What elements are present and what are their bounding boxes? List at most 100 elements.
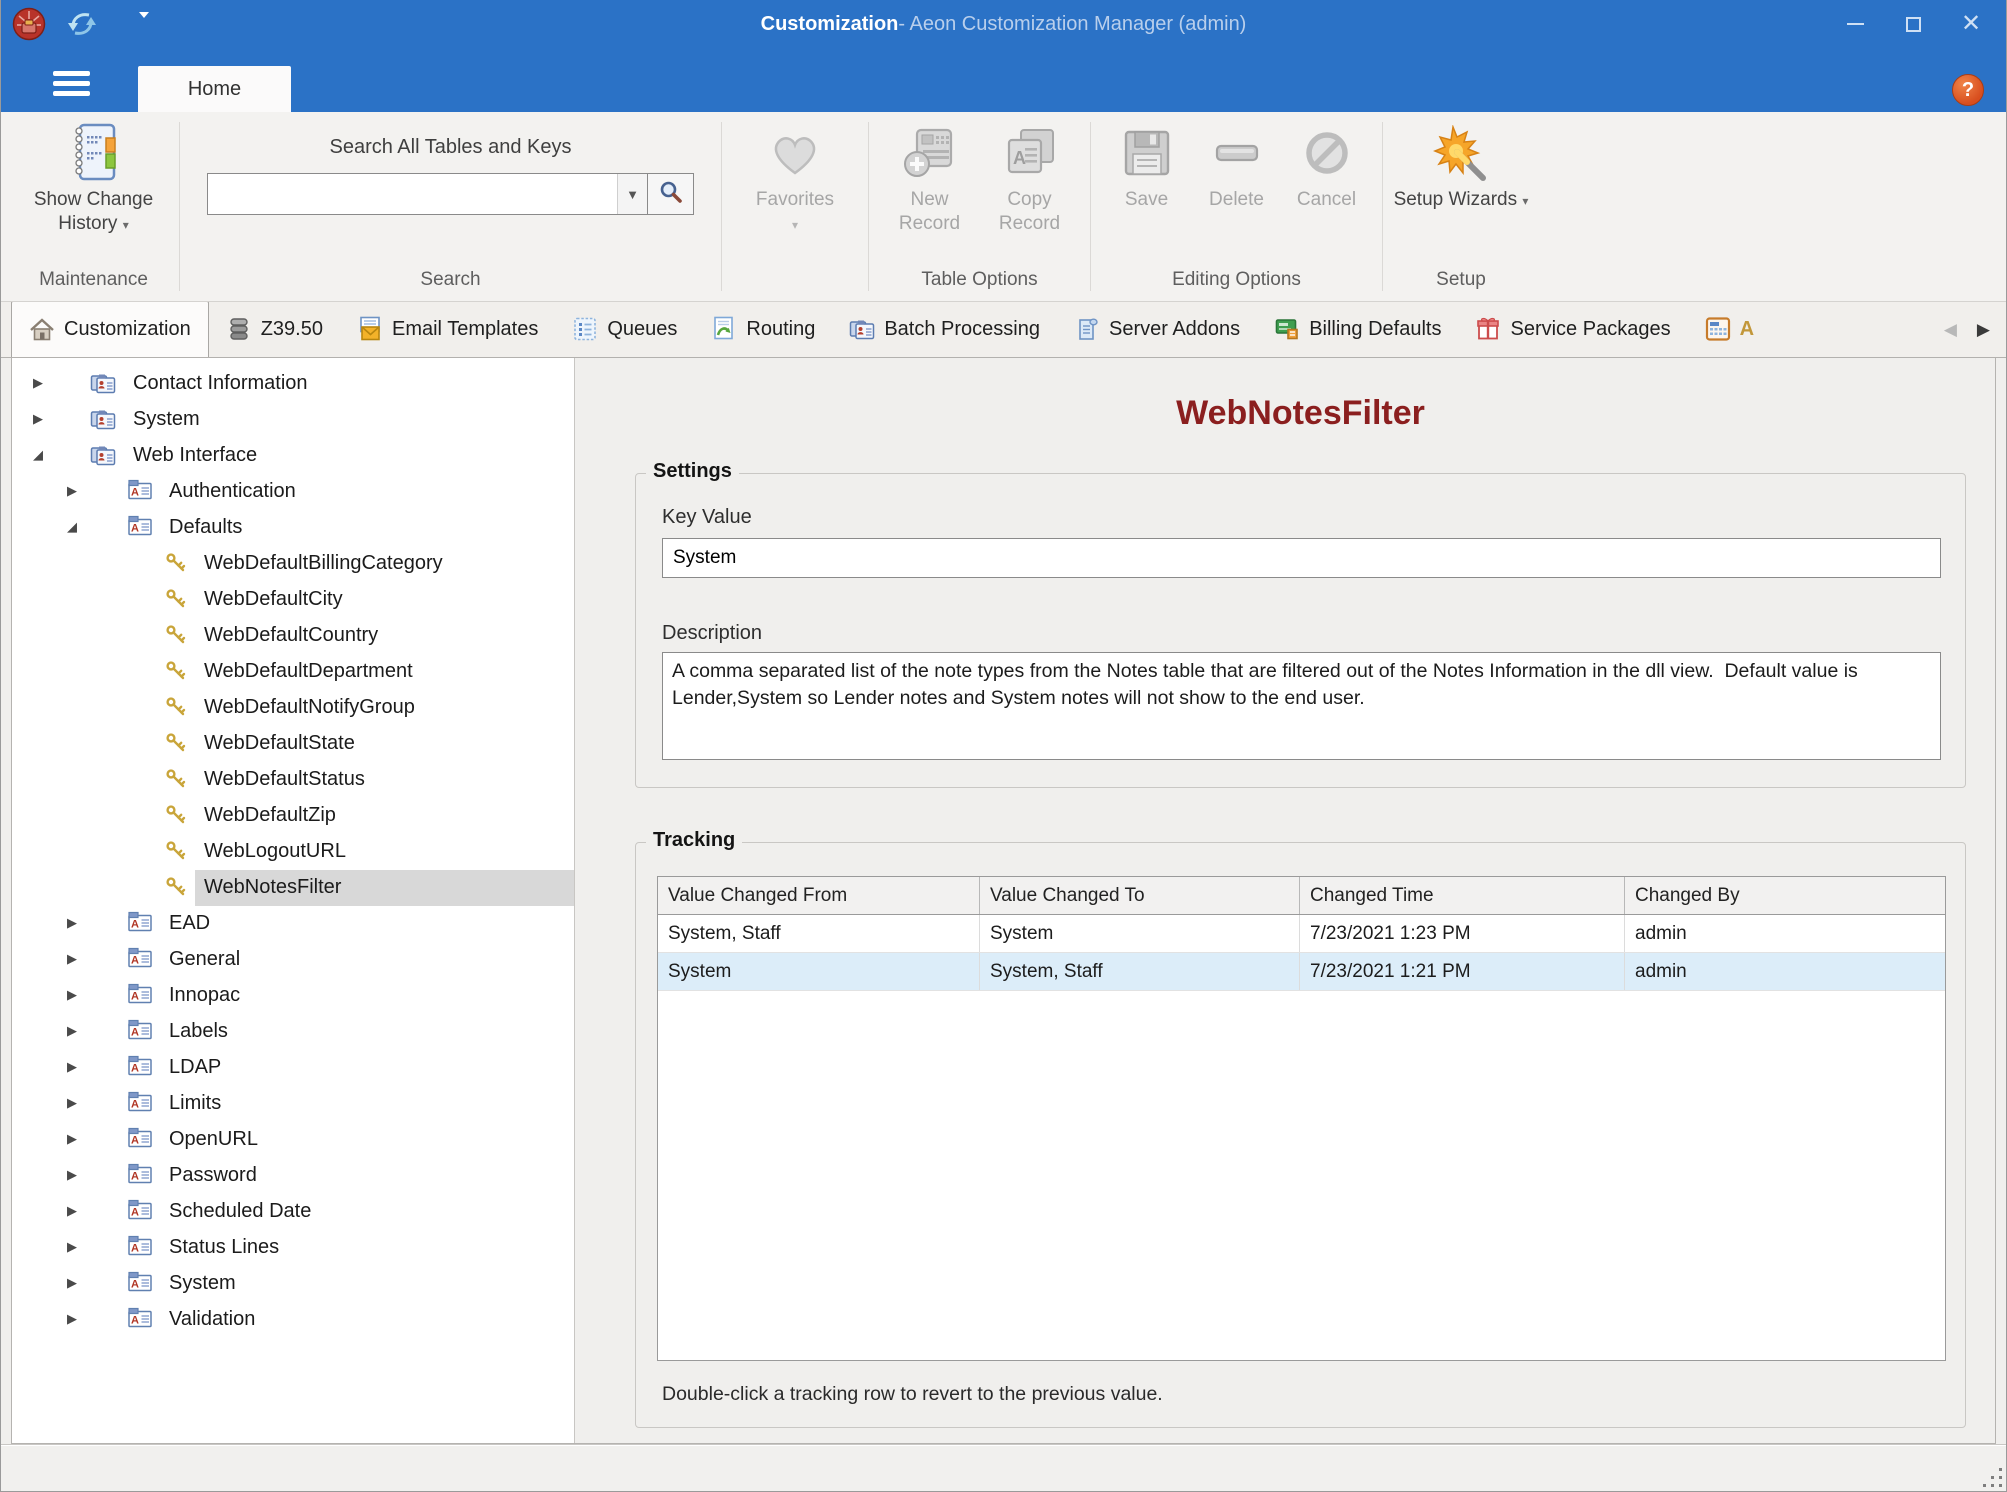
search-dropdown-button[interactable]: ▼ bbox=[617, 174, 647, 214]
tree-item-system[interactable]: ▶ASystem bbox=[12, 1266, 574, 1302]
search-heading: Search All Tables and Keys bbox=[183, 136, 718, 159]
wizard-wand-icon bbox=[1433, 118, 1489, 188]
expand-arrow-icon[interactable]: ▶ bbox=[67, 1203, 77, 1219]
tree-item-defaults[interactable]: ◢ADefaults bbox=[12, 510, 574, 546]
key-icon bbox=[165, 839, 187, 868]
expand-arrow-icon[interactable]: ▶ bbox=[67, 1239, 77, 1255]
help-button[interactable]: ? bbox=[1952, 74, 1984, 106]
close-button[interactable]: ✕ bbox=[1942, 0, 2000, 48]
category-table-icon: A bbox=[128, 515, 152, 542]
tree-item-webdefaultbillingcategory[interactable]: WebDefaultBillingCategory bbox=[12, 546, 574, 582]
tracking-row[interactable]: System, StaffSystem7/23/2021 1:23 PMadmi… bbox=[658, 915, 1945, 953]
save-button[interactable]: Save bbox=[1102, 118, 1192, 212]
category-folder-icon bbox=[90, 371, 116, 400]
tab-email-templates[interactable]: Email Templates bbox=[340, 302, 555, 357]
svg-text:A: A bbox=[131, 1171, 139, 1183]
tree-item-authentication[interactable]: ▶AAuthentication bbox=[12, 474, 574, 510]
minimize-button[interactable] bbox=[1826, 0, 1884, 48]
key-icon bbox=[165, 623, 187, 652]
column-header[interactable]: Value Changed From bbox=[658, 877, 980, 914]
tree-item-openurl[interactable]: ▶AOpenURL bbox=[12, 1122, 574, 1158]
window-controls: ✕ bbox=[1826, 0, 2000, 48]
expand-arrow-icon[interactable]: ▶ bbox=[67, 987, 77, 1003]
tab-a[interactable]: A bbox=[1688, 302, 1758, 357]
collapse-arrow-icon[interactable]: ◢ bbox=[67, 519, 77, 535]
show-change-history-button[interactable]: Show Change History ▾ bbox=[11, 118, 176, 237]
svg-text:A: A bbox=[131, 1243, 139, 1255]
ribbon-group-label-editing-options: Editing Options bbox=[1094, 269, 1379, 301]
column-header[interactable]: Changed Time bbox=[1300, 877, 1625, 914]
tree-item-scheduled-date[interactable]: ▶AScheduled Date bbox=[12, 1194, 574, 1230]
expand-arrow-icon[interactable]: ▶ bbox=[67, 1023, 77, 1039]
copy-record-button[interactable]: A Copy Record bbox=[980, 118, 1080, 236]
queues-icon bbox=[572, 316, 598, 342]
tab-batch-processing[interactable]: Batch Processing bbox=[832, 302, 1057, 357]
tab-server-addons[interactable]: Server Addons bbox=[1057, 302, 1257, 357]
tab-z39-50[interactable]: Z39.50 bbox=[209, 302, 340, 357]
search-button[interactable] bbox=[648, 173, 694, 215]
tree-item-webdefaultdepartment[interactable]: WebDefaultDepartment bbox=[12, 654, 574, 690]
tab-queues[interactable]: Queues bbox=[555, 302, 694, 357]
tab-scroll-right-icon[interactable]: ▶ bbox=[1977, 320, 1990, 340]
tree-item-label: WebDefaultZip bbox=[204, 804, 336, 827]
tree-item-general[interactable]: ▶AGeneral bbox=[12, 942, 574, 978]
expand-arrow-icon[interactable]: ▶ bbox=[67, 1167, 77, 1183]
description-box[interactable]: A comma separated list of the note types… bbox=[662, 652, 1941, 760]
tree-item-ldap[interactable]: ▶ALDAP bbox=[12, 1050, 574, 1086]
tree-item-innopac[interactable]: ▶AInnopac bbox=[12, 978, 574, 1014]
search-input[interactable] bbox=[208, 174, 617, 214]
tab-service-packages[interactable]: Service Packages bbox=[1458, 302, 1687, 357]
expand-arrow-icon[interactable]: ▶ bbox=[67, 483, 77, 499]
tree-item-webdefaultstatus[interactable]: WebDefaultStatus bbox=[12, 762, 574, 798]
new-record-button[interactable]: New Record bbox=[880, 118, 980, 236]
tree-item-validation[interactable]: ▶AValidation bbox=[12, 1302, 574, 1338]
ribbon-group-setup: Setup Wizards ▾ Setup bbox=[1386, 112, 1536, 301]
column-header[interactable]: Changed By bbox=[1625, 877, 1945, 914]
tree-item-password[interactable]: ▶APassword bbox=[12, 1158, 574, 1194]
tree-item-webdefaultcountry[interactable]: WebDefaultCountry bbox=[12, 618, 574, 654]
tree-item-web-interface[interactable]: ◢Web Interface bbox=[12, 438, 574, 474]
key-value-input[interactable] bbox=[662, 538, 1941, 578]
collapse-arrow-icon[interactable]: ◢ bbox=[33, 447, 43, 463]
setup-wizards-button[interactable]: Setup Wizards ▾ bbox=[1394, 118, 1529, 213]
resize-grip[interactable] bbox=[1980, 1465, 2002, 1487]
tree-item-limits[interactable]: ▶ALimits bbox=[12, 1086, 574, 1122]
tree-item-webdefaultnotifygroup[interactable]: WebDefaultNotifyGroup bbox=[12, 690, 574, 726]
column-header[interactable]: Value Changed To bbox=[980, 877, 1300, 914]
expand-arrow-icon[interactable]: ▶ bbox=[33, 411, 43, 427]
expand-arrow-icon[interactable]: ▶ bbox=[33, 375, 43, 391]
tab-billing-defaults[interactable]: Billing Defaults bbox=[1257, 302, 1458, 357]
tree-item-webdefaultstate[interactable]: WebDefaultState bbox=[12, 726, 574, 762]
tracking-row[interactable]: SystemSystem, Staff7/23/2021 1:21 PMadmi… bbox=[658, 953, 1945, 991]
expand-arrow-icon[interactable]: ▶ bbox=[67, 1131, 77, 1147]
ribbon-tab-home[interactable]: Home bbox=[138, 66, 291, 112]
expand-arrow-icon[interactable]: ▶ bbox=[67, 1275, 77, 1291]
tree-item-webdefaultzip[interactable]: WebDefaultZip bbox=[12, 798, 574, 834]
tree-item-system[interactable]: ▶System bbox=[12, 402, 574, 438]
favorites-button[interactable]: Favorites▾ bbox=[756, 118, 834, 237]
category-table-icon: A bbox=[128, 1235, 152, 1262]
tree-item-webdefaultcity[interactable]: WebDefaultCity bbox=[12, 582, 574, 618]
tree-item-label: WebNotesFilter bbox=[204, 876, 341, 899]
expand-arrow-icon[interactable]: ▶ bbox=[67, 1059, 77, 1075]
expand-arrow-icon[interactable]: ▶ bbox=[67, 1095, 77, 1111]
cancel-button[interactable]: Cancel bbox=[1282, 118, 1372, 212]
tree-item-ead[interactable]: ▶AEAD bbox=[12, 906, 574, 942]
tree-item-status-lines[interactable]: ▶AStatus Lines bbox=[12, 1230, 574, 1266]
category-table-icon: A bbox=[128, 1199, 152, 1226]
tree-item-webnotesfilter[interactable]: WebNotesFilter bbox=[12, 870, 574, 906]
tab-scroll-left-icon[interactable]: ◀ bbox=[1944, 320, 1957, 340]
tree-item-labels[interactable]: ▶ALabels bbox=[12, 1014, 574, 1050]
tab-customization[interactable]: Customization bbox=[11, 302, 209, 357]
maximize-button[interactable] bbox=[1884, 0, 1942, 48]
expand-arrow-icon[interactable]: ▶ bbox=[67, 951, 77, 967]
ribbon-group-editing-options: Save Delete Cancel Editing Options bbox=[1094, 112, 1379, 301]
delete-button[interactable]: Delete bbox=[1192, 118, 1282, 212]
expand-arrow-icon[interactable]: ▶ bbox=[67, 915, 77, 931]
tree-item-weblogouturl[interactable]: WebLogoutURL bbox=[12, 834, 574, 870]
tree-item-contact-information[interactable]: ▶Contact Information bbox=[12, 366, 574, 402]
hamburger-menu-button[interactable] bbox=[31, 58, 109, 108]
tracking-cell: System bbox=[980, 915, 1300, 952]
expand-arrow-icon[interactable]: ▶ bbox=[67, 1311, 77, 1327]
tab-routing[interactable]: Routing bbox=[694, 302, 832, 357]
